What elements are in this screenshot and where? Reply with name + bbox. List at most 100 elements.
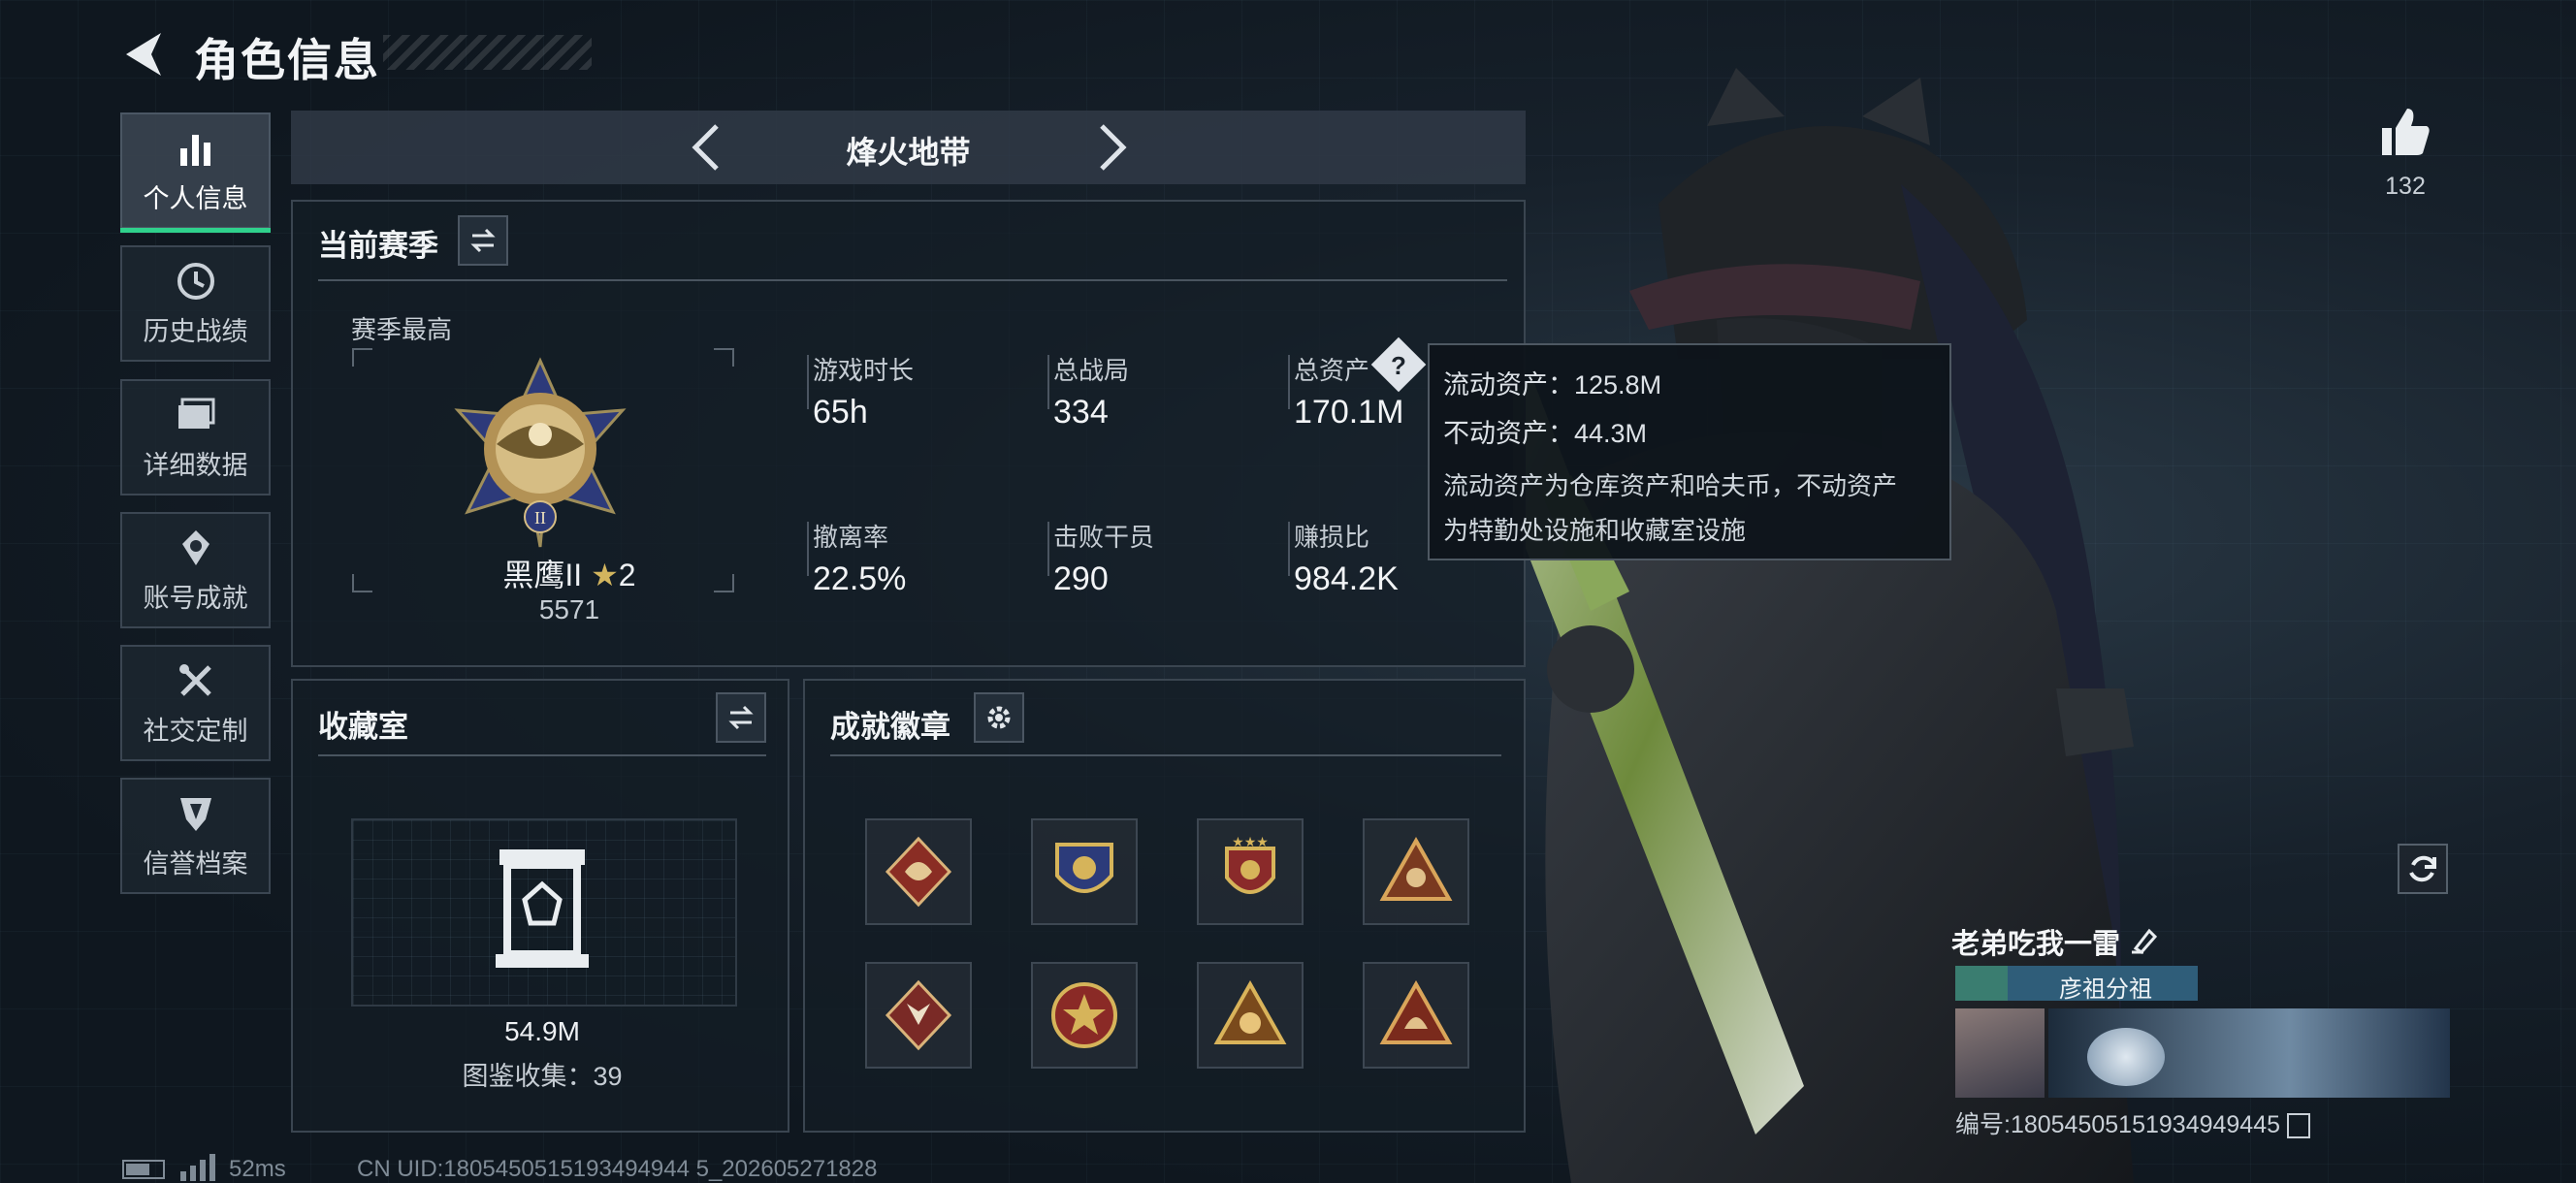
tooltip-liquid-assets: 流动资产：125.8M — [1443, 370, 1662, 400]
helmet-triangle-badge-icon — [1379, 979, 1453, 1044]
stat-label-matches: 总战局 — [1053, 356, 1130, 385]
swap-button[interactable] — [716, 692, 766, 743]
wolf-badge-icon — [885, 979, 952, 1051]
player-tag: 彦祖分祖 — [1955, 966, 2198, 1003]
section-divider — [318, 279, 1507, 281]
tooltip-fixed-assets: 不动资产：44.3M — [1443, 419, 1648, 448]
copy-icon[interactable] — [2286, 1113, 2310, 1139]
skull-triangle-badge-icon — [1213, 979, 1287, 1044]
sidebar-item-social-custom[interactable]: 社交定制 — [120, 645, 271, 761]
badge-slot[interactable]: ★★★ — [1197, 818, 1304, 925]
shield-emblem-badge-icon — [1055, 843, 1113, 893]
rank-numeral: II — [534, 508, 546, 528]
rank-name: 黑鹰II — [502, 558, 583, 592]
help-icon: ? — [1391, 351, 1406, 380]
like-count: 132 — [2385, 173, 2426, 200]
badge-slot[interactable] — [1363, 818, 1469, 925]
player-name: 老弟吃我一雷 — [1951, 929, 2121, 960]
collection-value: 54.9M — [504, 1016, 580, 1046]
banner-moon — [2087, 1028, 2165, 1086]
rank-medal-icon: II — [454, 357, 627, 548]
rank-score: 5571 — [538, 594, 600, 624]
battery-icon — [122, 1160, 165, 1179]
ping-value: 52ms — [229, 1156, 286, 1182]
tooltip-desc-line2: 为特勤处设施和收藏室设施 — [1443, 516, 1747, 545]
stat-value-matches: 334 — [1053, 394, 1109, 431]
edit-pencil-icon[interactable] — [2130, 925, 2159, 954]
stat-value-total-assets: 170.1M — [1294, 394, 1404, 431]
sidebar-item-achievements[interactable]: 账号成就 — [120, 512, 271, 628]
player-uid: 编号:1805450515193494944​5 — [1955, 1111, 2281, 1138]
stat-divider — [807, 355, 809, 409]
stat-label-kills: 击败干员 — [1053, 523, 1155, 552]
season-panel: 当前赛季 赛季最高 II 黑鹰II ★2 5571 游戏时长 65h 总战局 3… — [291, 200, 1526, 667]
gear-icon — [987, 706, 1011, 729]
stat-value-profit-ratio: 984.2K — [1294, 560, 1399, 597]
badge-slot[interactable] — [865, 818, 972, 925]
squad-triangle-badge-icon — [1379, 836, 1453, 901]
avatar[interactable] — [1955, 1008, 2045, 1098]
sidebar-item-history[interactable]: 历史战绩 — [120, 245, 271, 362]
section-divider — [318, 754, 766, 756]
section-title: 收藏室 — [318, 710, 408, 744]
badge-slot[interactable] — [1031, 962, 1138, 1069]
sidebar-item-label: 历史战绩 — [143, 316, 248, 346]
signal-icon — [180, 1154, 215, 1181]
stat-value-extract-rate: 22.5% — [813, 560, 907, 597]
swap-icon — [470, 228, 496, 253]
stat-divider — [1288, 355, 1290, 409]
badge-slot[interactable] — [1363, 962, 1469, 1069]
title-decoration — [383, 35, 592, 70]
section-divider — [830, 754, 1501, 756]
stat-divider — [1047, 355, 1049, 409]
sidebar-item-personal-info[interactable]: 个人信息 — [120, 112, 271, 233]
sidebar-item-credit-record[interactable]: 信誉档案 — [120, 778, 271, 894]
collection-catalog: 图鉴收集：39 — [462, 1062, 623, 1091]
tools-icon — [178, 663, 211, 696]
thumbs-up-icon[interactable] — [2378, 105, 2432, 159]
name-card-banner[interactable] — [2048, 1008, 2450, 1098]
chevron-right-icon[interactable] — [1086, 120, 1135, 175]
sidebar-item-label: 详细数据 — [143, 450, 248, 480]
player-tag-text: 彦祖分祖 — [2059, 976, 2152, 1003]
history-clock-icon — [177, 262, 214, 300]
shield-icon — [179, 797, 211, 831]
badge-slot[interactable] — [1197, 962, 1304, 1069]
mode-name: 烽火地带 — [846, 135, 971, 170]
badge-slot[interactable] — [1031, 818, 1138, 925]
sidebar-item-label: 信誉档案 — [143, 848, 248, 879]
season-best-label: 赛季最高 — [351, 315, 453, 344]
refresh-icon — [2409, 855, 2436, 882]
star-wreath-badge-icon — [1051, 982, 1117, 1048]
sidebar-item-label: 账号成就 — [143, 583, 248, 613]
sidebar-item-detail-data[interactable]: 详细数据 — [120, 379, 271, 496]
sidebar-item-label: 个人信息 — [143, 183, 248, 213]
star-icon: ★ — [591, 558, 619, 592]
collection-panel: 收藏室 54.9M 图鉴收集：39 — [291, 679, 789, 1133]
collection-vault-icon — [496, 849, 589, 968]
stat-label-profit-ratio: 赚损比 — [1294, 523, 1370, 552]
stat-label-extract-rate: 撤离率 — [813, 523, 889, 552]
badges-panel: 成就徽章 ★★★ — [803, 679, 1526, 1133]
swap-icon — [728, 705, 754, 730]
star-crest-badge-icon: ★★★ — [1225, 834, 1275, 894]
tooltip-desc-line1: 流动资产为仓库资产和哈夫币，不动资产 — [1443, 471, 1898, 500]
bar-chart-icon — [179, 134, 210, 166]
player-uid-line: 编号:1805450515193494944​5 — [1955, 1105, 2310, 1140]
stat-value-playtime: 65h — [813, 394, 868, 431]
stat-divider — [1288, 522, 1290, 576]
dragon-badge-icon — [885, 836, 952, 908]
stat-divider — [1047, 522, 1049, 576]
refresh-button[interactable] — [2398, 844, 2448, 894]
svg-text:★★★: ★★★ — [1232, 834, 1269, 849]
folder-icon — [177, 398, 214, 429]
page-title: 角色信息 — [194, 35, 380, 85]
back-arrow-icon[interactable] — [120, 27, 169, 81]
rank-name-line: 黑鹰II ★2 — [467, 551, 671, 595]
stat-label-total-assets: 总资产 — [1294, 356, 1370, 385]
mode-switcher: 烽火地带 — [291, 111, 1526, 184]
medal-icon — [181, 529, 209, 565]
badge-settings-button[interactable] — [974, 692, 1024, 743]
swap-button[interactable] — [458, 215, 508, 266]
badge-slot[interactable] — [865, 962, 972, 1069]
